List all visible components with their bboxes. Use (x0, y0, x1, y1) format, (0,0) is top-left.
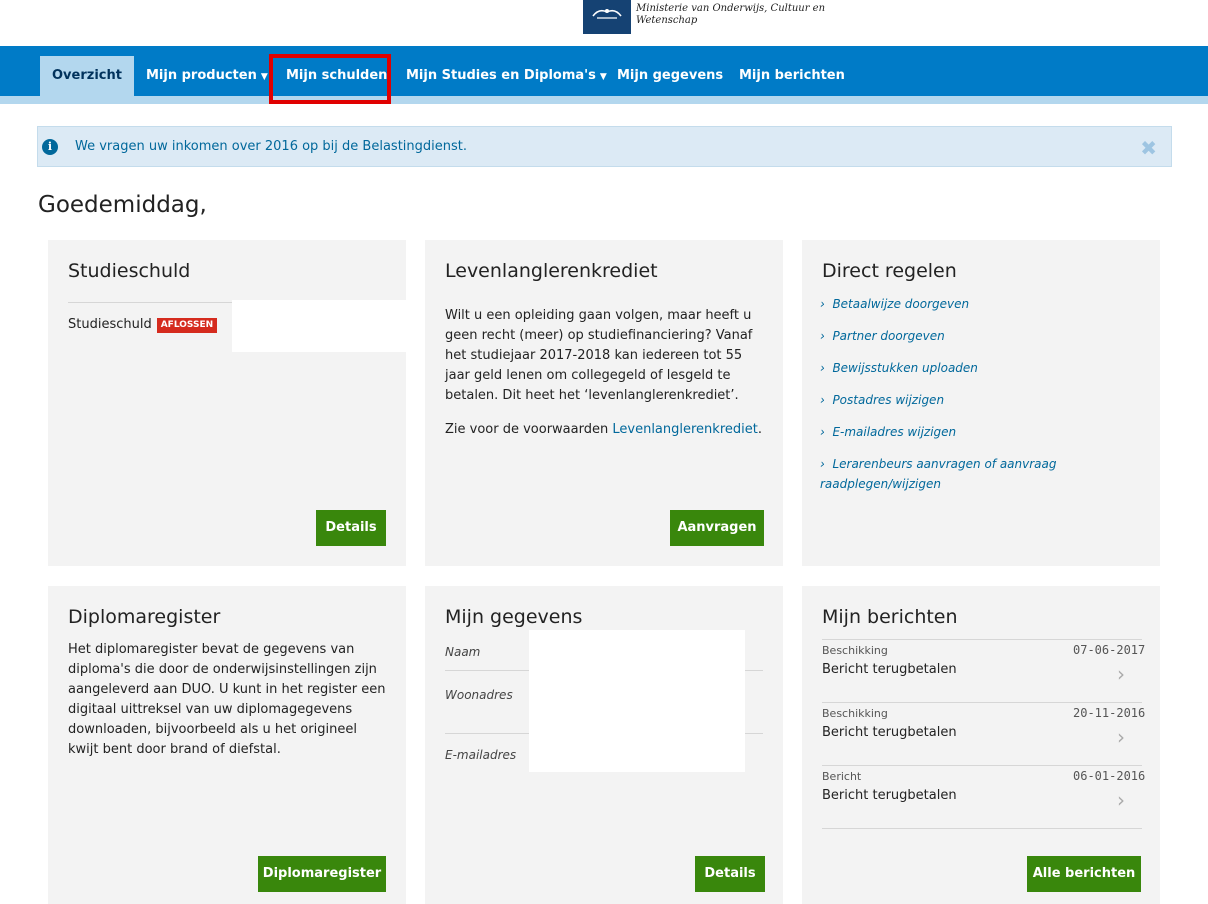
message-title: Bericht terugbetalen (822, 788, 957, 803)
chevron-right-icon: › (1117, 788, 1125, 812)
studieschuld-row-label: Studieschuld (68, 317, 152, 332)
divider (822, 765, 1142, 766)
status-badge: AFLOSSEN (156, 318, 218, 333)
card-mijn-gegevens: Mijn gegevens Naam Woonadres E-mailadres… (425, 586, 783, 904)
card-title: Direct regelen (822, 260, 957, 282)
aanvragen-button[interactable]: Aanvragen (670, 510, 764, 546)
site-header: Ministerie van Onderwijs, Cultuur en Wet… (0, 0, 1208, 44)
ministry-logo (583, 0, 631, 34)
nav-highlight-box (269, 54, 391, 104)
ministry-name-line1: Ministerie van Onderwijs, Cultuur en (636, 3, 826, 14)
link-bewijsstukken-label: Bewijsstukken uploaden (832, 361, 978, 375)
link-lerarenbeurs[interactable]: › Lerarenbeurs aanvragen of aanvraag raa… (820, 454, 1060, 494)
alle-berichten-button[interactable]: Alle berichten (1027, 856, 1141, 892)
crest-icon (592, 9, 622, 19)
nav-mijn-producten[interactable]: Mijn producten ▼ (146, 56, 268, 96)
link-bewijsstukken[interactable]: › Bewijsstukken uploaden (820, 358, 1150, 378)
close-icon[interactable]: ✖ (1140, 136, 1157, 160)
link-lerarenbeurs-label: Lerarenbeurs aanvragen of aanvraag raadp… (820, 457, 1057, 491)
greeting: Goedemiddag, (38, 192, 207, 218)
field-woonadres-label: Woonadres (445, 688, 513, 702)
link-postadres[interactable]: › Postadres wijzigen (820, 390, 1150, 410)
link-betaalwijze-label: Betaalwijze doorgeven (832, 297, 970, 311)
message-date: 06-01-2016 (1073, 769, 1146, 783)
message-title: Bericht terugbetalen (822, 725, 957, 740)
link-postadres-label: Postadres wijzigen (832, 393, 945, 407)
nav-mijn-producten-label: Mijn producten (146, 68, 257, 83)
info-icon: i (42, 139, 58, 155)
link-partner-label: Partner doorgeven (832, 329, 945, 343)
caret-down-icon: ▼ (599, 72, 607, 82)
card-diplomaregister: Diplomaregister Het diplomaregister beva… (48, 586, 406, 904)
link-emailadres[interactable]: › E-mailadres wijzigen (820, 422, 1150, 442)
card-mijn-berichten: Mijn berichten Beschikking 07-06-2017 Be… (802, 586, 1160, 904)
nav-overzicht[interactable]: Overzicht (40, 56, 134, 96)
levenlanglerenkrediet-link[interactable]: Levenlanglerenkrediet (612, 422, 757, 437)
card-direct-regelen: Direct regelen › Betaalwijze doorgeven ›… (802, 240, 1160, 566)
chevron-right-icon: › (1117, 662, 1125, 686)
navigation-strip (0, 96, 1208, 104)
card-studieschuld: Studieschuld Studieschuld AFLOSSEN Detail… (48, 240, 446, 566)
message-title: Bericht terugbetalen (822, 662, 957, 677)
chevron-right-icon: › (1117, 725, 1125, 749)
nav-mijn-berichten[interactable]: Mijn berichten (739, 56, 845, 96)
link-partner[interactable]: › Partner doorgeven (820, 326, 1150, 346)
message-type: Bericht (822, 770, 862, 783)
nav-mijn-studies[interactable]: Mijn Studies en Diploma's ▼ (406, 56, 607, 96)
levenlang-paragraph: Wilt u een opleiding gaan volgen, maar h… (445, 308, 753, 403)
levenlang-conditions: Zie voor de voorwaarden Levenlanglerenkr… (445, 420, 775, 440)
link-betaalwijze[interactable]: › Betaalwijze doorgeven (820, 294, 1150, 314)
nav-mijn-gegevens[interactable]: Mijn gegevens (617, 56, 723, 96)
redacted-area (529, 630, 745, 772)
info-alert: i We vragen uw inkomen over 2016 op bij … (37, 126, 1172, 167)
message-date: 07-06-2017 (1073, 643, 1146, 657)
field-naam-label: Naam (445, 645, 481, 659)
nav-mijn-berichten-label: Mijn berichten (739, 68, 845, 83)
nav-mijn-studies-label: Mijn Studies en Diploma's (406, 68, 596, 83)
message-date: 20-11-2016 (1073, 706, 1146, 720)
gegevens-details-button[interactable]: Details (695, 856, 765, 892)
card-levenlanglerenkrediet: Levenlanglerenkrediet Wilt u een opleidi… (425, 240, 783, 566)
card-title: Mijn gegevens (445, 606, 583, 628)
conditions-suffix: . (757, 422, 762, 437)
card-title: Mijn berichten (822, 606, 958, 628)
field-emailadres-label: E-mailadres (445, 748, 517, 762)
redacted-area (232, 300, 446, 352)
card-title: Levenlanglerenkrediet (445, 260, 658, 282)
nav-overzicht-label: Overzicht (52, 68, 122, 83)
ministry-name-line2: Wetenschap (636, 15, 698, 26)
ministry-name: Ministerie van Onderwijs, Cultuur en Wet… (636, 3, 856, 27)
message-type: Beschikking (822, 644, 888, 657)
divider (822, 702, 1142, 703)
diploma-paragraph: Het diplomaregister bevat de gegevens va… (68, 642, 386, 757)
message-type: Beschikking (822, 707, 888, 720)
divider (822, 639, 1142, 640)
conditions-prefix: Zie voor de voorwaarden (445, 422, 609, 437)
caret-down-icon: ▼ (260, 72, 268, 82)
card-title: Studieschuld (68, 260, 191, 282)
card-title: Diplomaregister (68, 606, 221, 628)
studieschuld-details-button[interactable]: Details (316, 510, 386, 546)
link-emailadres-label: E-mailadres wijzigen (832, 425, 957, 439)
diplomaregister-button[interactable]: Diplomaregister (258, 856, 386, 892)
alert-message: We vragen uw inkomen over 2016 op bij de… (75, 139, 467, 154)
nav-mijn-gegevens-label: Mijn gegevens (617, 68, 724, 83)
divider (822, 828, 1142, 829)
studieschuld-row: Studieschuld AFLOSSEN (68, 317, 218, 333)
